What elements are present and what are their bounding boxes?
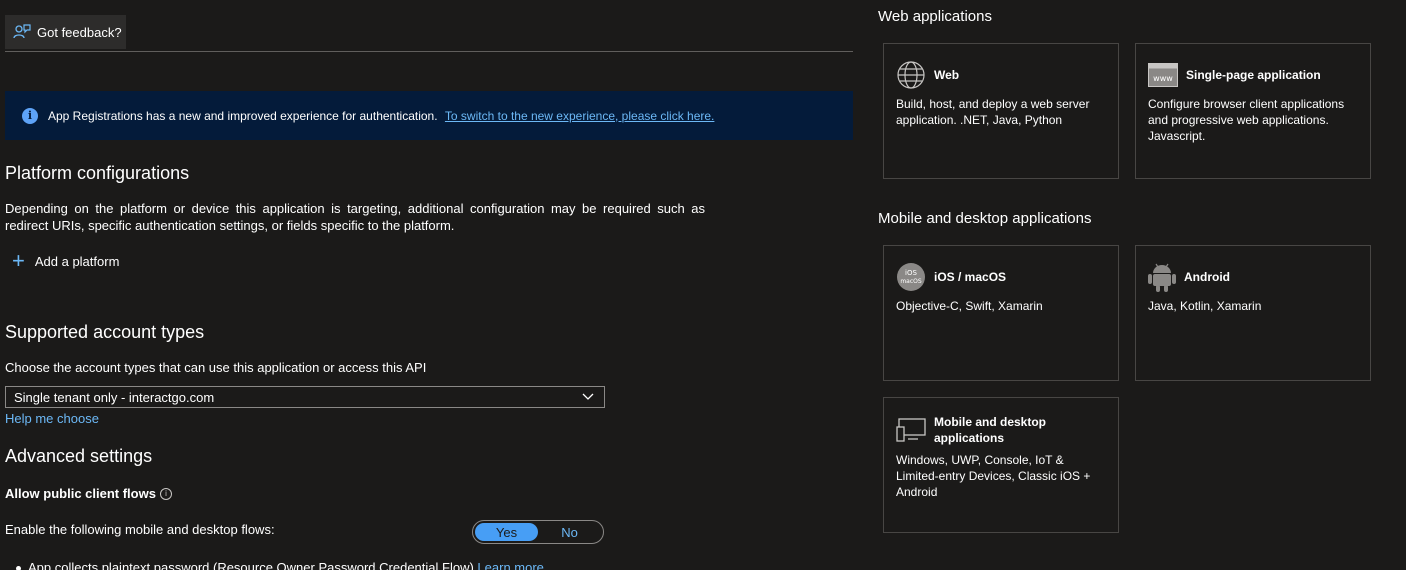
globe-icon <box>897 61 925 89</box>
spa-platform-card[interactable]: www Single-page application Configure br… <box>1135 43 1371 179</box>
info-banner: i App Registrations has a new and improv… <box>5 91 853 140</box>
feedback-label: Got feedback? <box>37 24 122 40</box>
feedback-icon <box>13 24 31 39</box>
desktop-platform-card[interactable]: Mobile and desktop applications Windows,… <box>883 397 1119 533</box>
card-description: Java, Kotlin, Xamarin <box>1148 299 1262 313</box>
ios-macos-icon: iOS macOS <box>897 263 925 291</box>
help-me-choose-link[interactable]: Help me choose <box>5 411 99 426</box>
flows-label: Enable the following mobile and desktop … <box>5 522 275 537</box>
add-platform-label: Add a platform <box>34 253 120 269</box>
android-platform-card[interactable]: Android Java, Kotlin, Xamarin <box>1135 245 1371 381</box>
supported-accounts-title: Supported account types <box>5 322 205 342</box>
public-client-label: Allow public client flows i <box>5 486 172 501</box>
learn-more-link[interactable]: Learn more <box>477 560 543 570</box>
divider <box>5 51 853 52</box>
web-platform-card[interactable]: Web Build, host, and deploy a web server… <box>883 43 1119 179</box>
card-description: Windows, UWP, Console, IoT & Limited-ent… <box>896 453 1091 499</box>
card-title: Single-page application <box>1186 68 1321 82</box>
banner-text: App Registrations has a new and improved… <box>48 108 438 123</box>
toggle-no[interactable]: No <box>538 523 601 541</box>
card-description: Build, host, and deploy a web server app… <box>896 97 1090 127</box>
svg-text:www: www <box>1153 74 1173 83</box>
advanced-settings-title: Advanced settings <box>5 446 153 466</box>
www-icon: www <box>1148 63 1178 87</box>
banner-link[interactable]: To switch to the new experience, please … <box>445 109 714 123</box>
svg-text:macOS: macOS <box>900 278 922 285</box>
list-item: App collects plaintext password (Resourc… <box>16 560 544 570</box>
info-icon[interactable]: i <box>159 487 172 500</box>
android-icon <box>1148 263 1176 292</box>
account-types-prompt: Choose the account types that can use th… <box>5 360 427 375</box>
card-title: Android <box>1184 270 1230 284</box>
configure-platforms-panel: Web applications Web Build, host, and de… <box>853 0 1406 570</box>
plus-icon: + <box>12 248 25 273</box>
card-title: iOS / macOS <box>934 270 1007 284</box>
public-client-toggle[interactable]: Yes No <box>472 520 604 544</box>
platform-description: Depending on the platform or device this… <box>5 201 705 233</box>
svg-text:iOS: iOS <box>905 269 917 277</box>
account-type-value: Single tenant only - interactgo.com <box>14 389 215 405</box>
ios-platform-card[interactable]: iOS macOS iOS / macOS Objective-C, Swift… <box>883 245 1119 381</box>
web-applications-title: Web applications <box>878 8 992 25</box>
card-description: Objective-C, Swift, Xamarin <box>896 299 1043 313</box>
platform-configurations-title: Platform configurations <box>5 163 190 183</box>
card-title: Mobile and desktop applications <box>934 415 1047 445</box>
info-icon: i <box>22 107 38 124</box>
mobile-desktop-title: Mobile and desktop applications <box>878 210 1092 227</box>
main-content: Got feedback? i App Registrations has a … <box>0 0 853 570</box>
chevron-down-icon <box>582 393 594 400</box>
feedback-button[interactable]: Got feedback? <box>5 15 126 49</box>
desktop-icon <box>896 418 926 442</box>
card-title: Web <box>934 68 960 82</box>
card-description: Configure browser client applications an… <box>1148 97 1345 143</box>
toggle-yes[interactable]: Yes <box>475 523 538 541</box>
bullet-icon <box>16 566 21 570</box>
account-type-select[interactable]: Single tenant only - interactgo.com <box>5 386 605 408</box>
add-platform-button[interactable]: + Add a platform <box>12 248 120 273</box>
